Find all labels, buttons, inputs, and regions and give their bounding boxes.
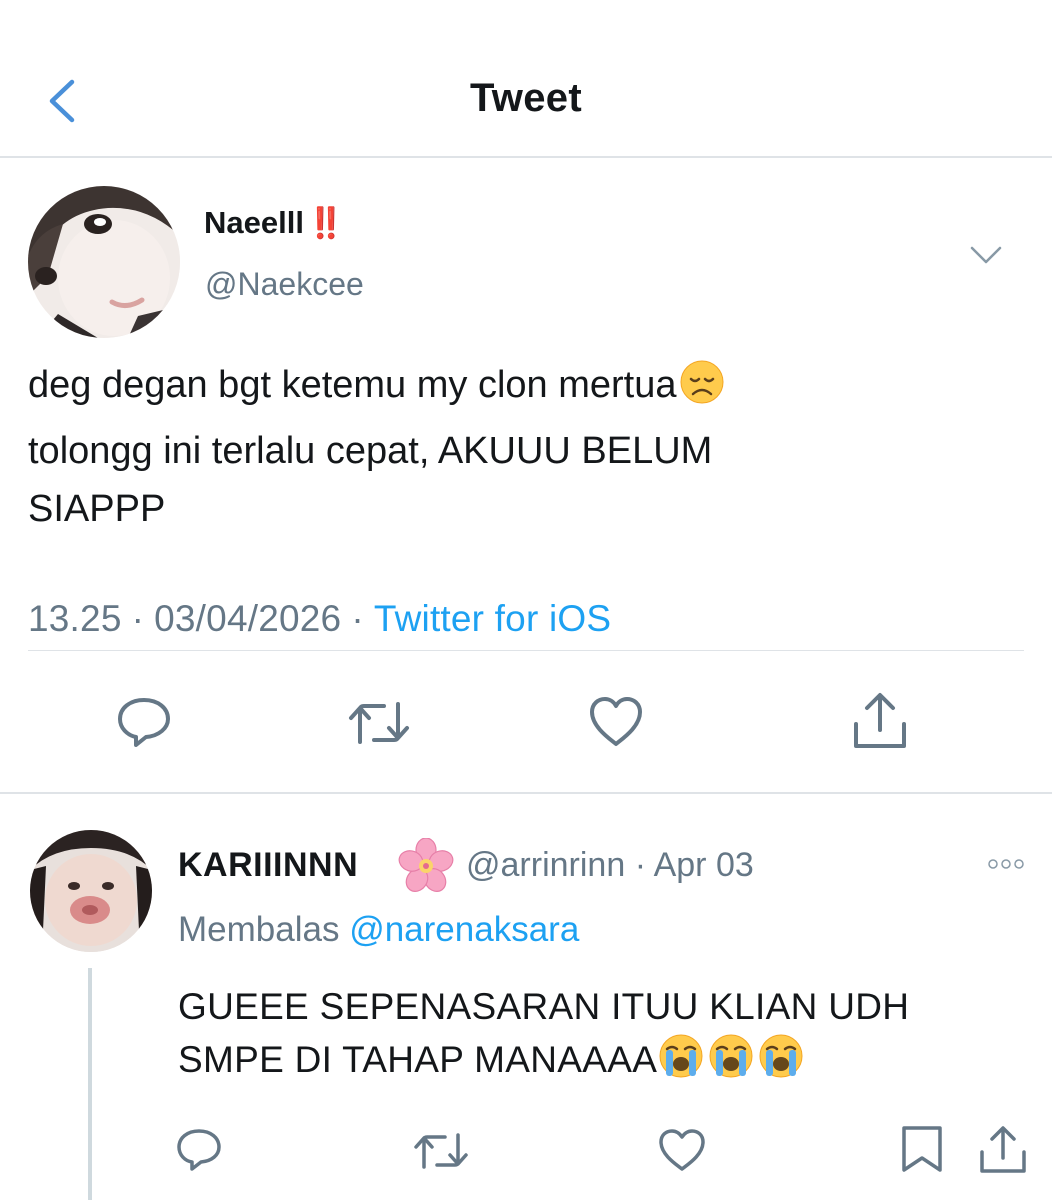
- meta-separator: ·: [634, 846, 647, 884]
- cherry-blossom-emoji: [398, 837, 454, 899]
- avatar-image: [30, 830, 152, 952]
- reply-author-handle[interactable]: @arrinrinn: [466, 846, 625, 884]
- tweet-options-button[interactable]: [968, 238, 1004, 268]
- disappointed-face-emoji: [679, 359, 725, 422]
- reply-share-button[interactable]: [976, 1124, 1030, 1181]
- reply-retweet-button[interactable]: [412, 1130, 470, 1177]
- reply-icon: [177, 1129, 221, 1171]
- reply-author-avatar[interactable]: [30, 830, 152, 952]
- reply-line-1: GUEEE SEPENASARAN ITUU KLIAN UDH: [178, 986, 910, 1027]
- share-icon: [980, 1126, 1026, 1173]
- reply-author-name[interactable]: KARIIINNN: [178, 846, 358, 885]
- reply-bookmark-button[interactable]: [896, 1124, 948, 1181]
- tweet-line-2: tolongg ini terlalu cepat, AKUUU BELUM: [28, 430, 713, 472]
- tweet-date: 03/04/2026: [154, 598, 342, 639]
- reply-author-handle-date: @arrinrinn · Apr 03: [466, 846, 754, 885]
- top-bar: Tweet: [0, 0, 1052, 158]
- author-handle[interactable]: @Naekcee: [205, 266, 364, 303]
- like-icon: [590, 697, 642, 746]
- avatar-image: [28, 186, 180, 338]
- retweet-icon: [349, 702, 409, 744]
- reply-line-2-text: SMPE DI TAHAP MANAAAA: [178, 1039, 658, 1080]
- author-name-text: Naeelll: [204, 205, 304, 240]
- tweet-line-1-text: deg degan bgt ketemu my clon mertua: [28, 364, 677, 406]
- replying-to: Membalas @narenaksara: [178, 910, 579, 950]
- share-button[interactable]: [848, 690, 912, 757]
- meta-separator: ·: [131, 598, 145, 639]
- meta-separator: ·: [351, 598, 364, 639]
- share-icon: [854, 693, 906, 748]
- bookmark-icon: [902, 1126, 942, 1172]
- more-options-button[interactable]: [986, 856, 1026, 872]
- reply-like-button[interactable]: [656, 1126, 708, 1179]
- like-icon: [659, 1129, 705, 1171]
- tweet-body: deg degan bgt ketemu my clon mertua tolo…: [28, 356, 1018, 538]
- reply-button[interactable]: [114, 694, 174, 755]
- tweet-time: 13.25: [28, 598, 122, 639]
- author-avatar[interactable]: [28, 186, 180, 338]
- more-horizontal-icon: [988, 859, 1024, 869]
- reply-line-2: SMPE DI TAHAP MANAAAA: [178, 1032, 1038, 1093]
- tweet-line-3: SIAPPP: [28, 488, 166, 530]
- reply-icon: [118, 698, 170, 747]
- reply-reply-button[interactable]: [174, 1126, 224, 1179]
- author-name[interactable]: Naeelll ‼️: [204, 205, 344, 241]
- tweet-detail-page: Tweet Naeelll ‼️ @Naekcee deg degan bgt k…: [0, 0, 1052, 1200]
- crying-face-emojis: [657, 1032, 807, 1093]
- reply-body: GUEEE SEPENASARAN ITUU KLIAN UDH SMPE DI…: [178, 982, 1038, 1093]
- retweet-button[interactable]: [346, 698, 412, 753]
- divider: [28, 650, 1024, 651]
- replying-prefix: Membalas: [178, 910, 340, 949]
- tweet-line-1: deg degan bgt ketemu my clon mertua: [28, 356, 1018, 422]
- double-exclamation-emoji: ‼️: [306, 207, 344, 240]
- page-title: Tweet: [470, 76, 582, 120]
- reply-date: Apr 03: [653, 846, 754, 884]
- tweet-metadata: 13.25 · 03/04/2026 · Twitter for iOS: [28, 598, 611, 640]
- mention-link[interactable]: @narenaksara: [349, 910, 579, 949]
- retweet-icon: [414, 1133, 468, 1169]
- divider: [0, 792, 1052, 794]
- thread-line: [88, 968, 92, 1200]
- like-button[interactable]: [586, 694, 646, 755]
- tweet-source-link[interactable]: Twitter for iOS: [374, 598, 611, 639]
- chevron-down-icon: [970, 246, 1002, 264]
